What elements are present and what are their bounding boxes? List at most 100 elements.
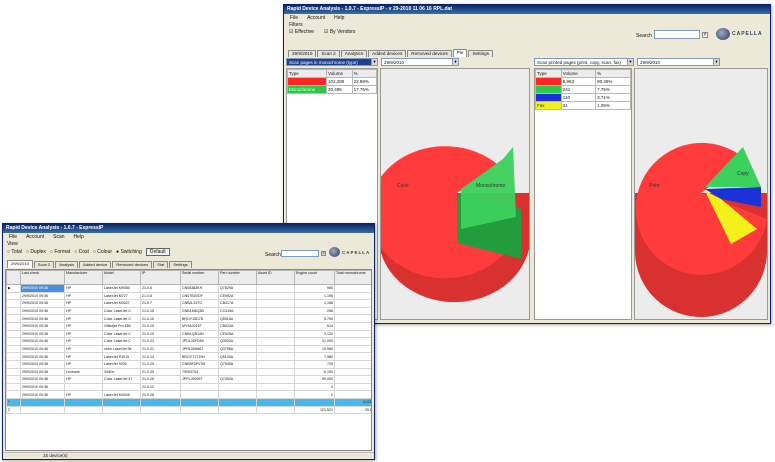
legend-row[interactable]: Color 101,280 22.88% [287,77,378,86]
tab-analytics[interactable]: Analytics [340,50,368,57]
legend-percent: 3.71% [595,93,631,102]
cell-row-indicator [6,359,21,369]
cell-manufacturer: HP [64,390,103,399]
menu-help[interactable]: Help [74,234,84,240]
menu-file[interactable]: File [9,234,17,240]
radio-format[interactable]: ○ Format [50,249,70,255]
table-row[interactable]: 29/9/2010 09:36 HP LaserJet 9200 21.0.25 CNB… [6,359,371,369]
tab-settings[interactable]: Settings [169,261,192,268]
tab-pie[interactable]: Pie [452,49,468,57]
tab-added-devices[interactable]: Added devices [368,50,407,57]
table-row[interactable]: 29/9/2010 09:36 HP Color LaserJet 47 21.0.2… [6,375,371,384]
table-row[interactable]: * 4,120 [6,397,371,407]
tab-settings[interactable]: Settings [468,50,494,57]
capella-logo-icon [329,247,340,257]
legend-row[interactable]: Scan 110 3.71% [535,93,631,102]
cell-serial-number: CNB1M6Q3B [180,306,219,316]
legend-row[interactable]: Print 5,963 80.49% [535,77,631,86]
cell-last-check: 29/9/2010 09:36 [20,329,65,339]
tab-scan-2[interactable]: Scan 2 [33,261,55,268]
default-button[interactable]: Default [145,248,170,256]
cell-manufacturer: HP [64,306,103,316]
cell-row-indicator [6,299,21,308]
device-grid-container: Last check Manufacturer Model IP Serial … [5,269,372,451]
cell-model: color LaserJet 9k [102,344,141,354]
radio-total[interactable]: ○ Total [7,249,22,255]
col-asset-id[interactable]: Asset ID [256,270,295,285]
col-part-number[interactable]: Part number [218,270,257,285]
cell-manufacturer: Lexmark [64,367,103,377]
table-row[interactable]: 29/9/2010 09:36 Lexmark X940e 21.0.35 790937… [6,367,371,377]
radio-cost[interactable]: ○ Cost [74,249,89,255]
table-row[interactable]: 29/9/2010 09:36 HP Color LaserJet C 21.0.15… [6,329,371,339]
menu-account[interactable]: Account [307,15,325,21]
right-date-select[interactable]: 29/9/2010 ▼ [637,58,720,66]
main-menubar: File Account Help [284,14,770,21]
table-row[interactable]: 29/9/2010 09:36 HP LaserJet M3027 21.0.7 CNB… [6,299,371,308]
tab-removed-devices[interactable]: Removed devices [407,50,452,57]
legend-percent: 7.75% [595,85,631,94]
cell-engine-count: 0 [294,382,335,392]
cell-ip: 21.0.16 [140,314,181,323]
search-label: Search [265,252,281,258]
radio-colour[interactable]: ○ Colour [93,249,112,255]
table-row[interactable]: Σ 121,521 20,6 [6,405,371,415]
search-input[interactable] [281,250,319,257]
menu-help[interactable]: Help [334,15,344,21]
tab-29-9-2010[interactable]: 29/9/2010 [288,50,317,57]
cell-last-check [20,405,65,415]
cell-part-number [218,397,257,407]
clear-search-button[interactable]: × [321,251,326,257]
search-input[interactable] [654,30,700,39]
table-row[interactable]: 29/9/2010 09:36 HP Color LaserJet C 21.0.23… [6,337,371,346]
col-model[interactable]: Model [102,270,141,285]
radio-switching[interactable]: ● Switching [116,249,142,255]
menu-account[interactable]: Account [26,234,44,240]
legend-row[interactable]: Fax 31 1.05% [535,101,631,110]
col-manufacturer[interactable]: Manufacturer [64,270,103,285]
cell-row-indicator [6,306,21,316]
menu-file[interactable]: File [290,15,298,21]
cell-row-indicator [6,337,21,346]
radio-duplex[interactable]: ○ Duplex [26,249,46,255]
cell-serial-number: MY9A3211F [180,321,219,331]
table-row[interactable]: 29/9/2010 09:36 HP Color LaserJet C 21.0.16… [6,314,371,323]
by-vendors-checkbox[interactable]: ☑ By Vendors [324,29,355,35]
left-date-select[interactable]: 29/9/2010 ▼ [381,58,459,66]
table-row[interactable]: 29/9/2010 09:36 HP Officejet Pro 850 21.0.1… [6,321,371,331]
legend-row[interactable]: Copy 241 7.75% [535,85,631,94]
tab-added-device[interactable]: Added device [79,261,112,268]
capella-logo-icon [716,28,730,40]
tab-scan-2[interactable]: Scan 2 [317,50,340,57]
col-last-check[interactable]: Last check [20,270,65,285]
tab-removed-devices[interactable]: Removed devices [112,261,153,268]
main-window-title: Rapid Device Analysis - 1.0.7 - ExpressI… [284,5,770,14]
table-row[interactable]: 29/9/2010 09:36 HP LaserJet P4015 21.0.14 BR… [6,352,371,361]
tab-29-9-2010[interactable]: 29/9/2010 [7,260,33,268]
right-metric-select[interactable]: Scan printed pages (print, copy, scan, f… [534,58,634,66]
tab-analysis[interactable]: Analysis [55,261,79,268]
table-row[interactable]: 29/9/2010 09:36 HP LaserJet M727 21.0.8 CN07… [6,291,371,301]
table-row[interactable]: 29/9/2010 09:36 HP Color LaserJet C 21.0.15… [6,306,371,316]
table-row[interactable]: 29/9/2010 09:36 HP color LaserJet 9k 21.0.2… [6,344,371,354]
left-metric-select[interactable]: Scan pages in monochrome (type) ▼ [286,58,378,66]
col-serial-number[interactable]: Serial number [180,270,219,285]
tab-stat[interactable]: Stat [153,261,169,268]
cell-asset-id [256,367,295,377]
status-bar: 15 device(s) [3,452,374,459]
table-row[interactable]: 29/9/2010 09:36 HP LaserJet M4345 21.0.28 0 [6,390,371,399]
cell-last-check: 29/9/2010 09:36 [20,284,65,293]
col-ip[interactable]: IP [140,270,181,285]
table-row[interactable]: ▶ 29/9/2010 09:36 HP LaserJet M9050 21.0.6 CN… [6,284,371,293]
col-engine-count[interactable]: Engine count [294,270,335,285]
effective-checkbox[interactable]: ☑ Effective [289,29,314,35]
clear-search-button[interactable]: × [702,32,708,38]
menu-scan[interactable]: Scan [53,234,64,240]
col-total-monochrome[interactable]: Total monochrome [334,270,371,285]
col-indicator[interactable] [6,270,21,285]
legend-row[interactable]: Monochrome 20,495 17.76% [287,85,378,94]
table-row[interactable]: 29/9/2010 09:36 21.0.12 0 [6,382,371,392]
cell-serial-number: CN08383KH [180,284,219,293]
cell-row-indicator: * [6,397,21,407]
legend-volume: 110 [560,93,597,102]
